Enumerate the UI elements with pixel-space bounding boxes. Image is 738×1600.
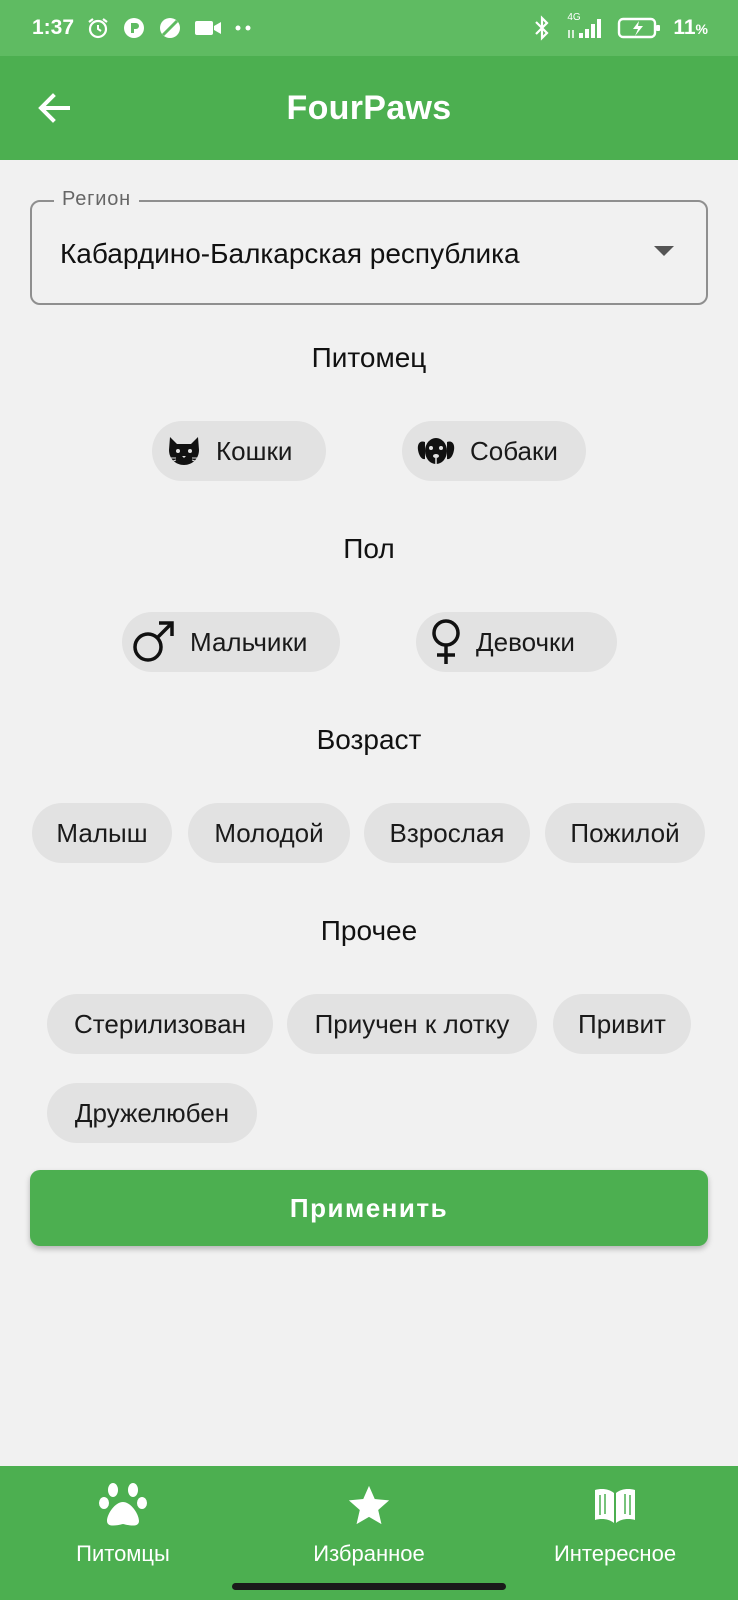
apply-button[interactable]: Применить [30,1170,708,1246]
bottom-nav: Питомцы Избранное Интересное [0,1466,738,1600]
chip-cats[interactable]: Кошки [152,421,326,481]
status-bar: 1:37 4G 11% [0,0,738,56]
nav-item-pets-label: Питомцы [76,1541,170,1566]
nav-item-pets[interactable]: Питомцы [0,1466,246,1600]
battery-unit: % [695,21,708,37]
page-title: FourPaws [286,88,452,127]
nav-item-favorites[interactable]: Избранное [246,1466,492,1600]
chip-age-senior[interactable]: Пожилой [545,803,705,863]
nav-item-interesting-label: Интересное [553,1541,677,1566]
nav-item-interesting[interactable]: Интересное [492,1466,738,1600]
status-time: 1:37 [32,16,75,39]
chip-dogs[interactable]: Собаки [402,421,586,481]
star-icon [346,1482,392,1533]
chip-age-adult[interactable]: Взрослая [364,803,530,863]
paw-icon [99,1482,147,1533]
chip-age-baby[interactable]: Малыш [32,803,172,863]
signal-icon: 4G [565,12,605,40]
chip-boys[interactable]: Мальчики [122,612,340,672]
dropdown-arrow-icon [654,246,674,256]
app-bar: FourPaws [0,56,738,160]
status-left: 1:37 [32,16,252,40]
region-label: Регион [54,188,140,211]
chip-dogs-label: Собаки [470,435,558,466]
other-section-title: Прочее [320,915,418,946]
dog-icon [416,434,456,468]
chip-sterilized[interactable]: Стерилизован [47,994,273,1054]
battery-percent: 11 [673,16,696,39]
alarm-icon [86,16,110,40]
chip-boys-label: Мальчики [190,626,308,657]
chip-vaccinated[interactable]: Привит [553,994,691,1054]
sex-section-title: Пол [343,533,395,564]
network-type-label: 4G [567,12,581,23]
battery-icon [617,16,661,40]
chip-litter-trained[interactable]: Приучен к лотку [287,994,537,1054]
video-icon [194,18,222,38]
battery-level: 11% [673,16,708,40]
region-select[interactable]: Регион Кабардино-Балкарская республика [30,188,708,305]
status-right: 4G 11% [531,12,708,41]
age-section-title: Возраст [316,724,422,755]
chip-girls-label: Девочки [476,626,575,657]
app-notification-icon [122,16,146,40]
region-value: Кабардино-Балкарская республика [60,238,520,269]
back-button[interactable] [32,86,76,130]
chip-cats-label: Кошки [216,435,293,466]
cat-icon [166,435,202,467]
no-sim-icon [158,16,182,40]
male-icon [130,619,176,665]
pet-section-title: Питомец [311,342,427,373]
home-indicator[interactable] [232,1583,506,1590]
female-icon [430,618,462,666]
book-icon [592,1482,638,1533]
chip-age-young[interactable]: Молодой [188,803,350,863]
more-notifications-icon [234,24,252,32]
nav-item-favorites-label: Избранное [313,1541,425,1566]
chip-friendly[interactable]: Дружелюбен [47,1083,257,1143]
back-arrow-icon [38,93,70,123]
bluetooth-icon [531,15,553,41]
chip-girls[interactable]: Девочки [416,612,617,672]
